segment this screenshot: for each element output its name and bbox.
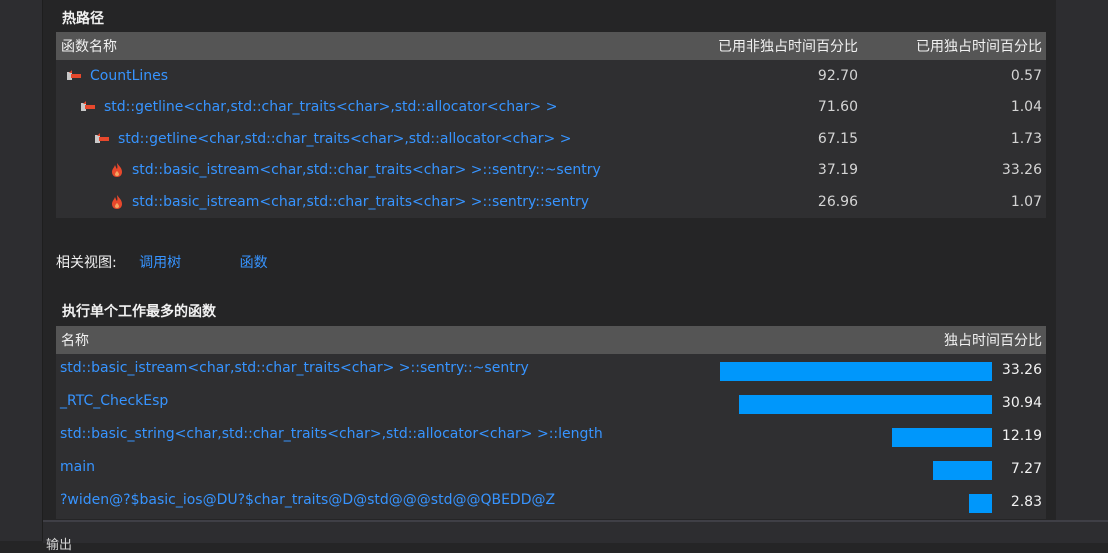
hot-path-row[interactable]: std::basic_istream<char,std::char_traits… [56, 186, 1046, 218]
hot-path-title: 热路径 [62, 11, 104, 27]
function-link[interactable]: CountLines [90, 68, 168, 84]
hot-path-row[interactable]: std::getline<char,std::char_traits<char>… [56, 92, 1046, 124]
function-link[interactable]: std::basic_istream<char,std::char_traits… [132, 162, 601, 178]
function-link[interactable]: ?widen@?$basic_ios@DU?$char_traits@D@std… [60, 492, 555, 508]
column-name[interactable]: 名称 [56, 330, 944, 350]
exclusive-percent-value: 33.26 [1001, 362, 1042, 378]
exclusive-value: 33.26 [1001, 162, 1042, 179]
output-tab[interactable]: 输出 [46, 534, 72, 553]
exclusive-percent-bar [933, 461, 992, 480]
column-exclusive-percent[interactable]: 已用独占时间百分比 [866, 36, 1046, 56]
exclusive-percent-bar [892, 428, 992, 447]
exclusive-value: 0.57 [1010, 67, 1042, 84]
functions-link[interactable]: 函数 [240, 255, 268, 271]
exclusive-value: 1.07 [1010, 193, 1042, 210]
column-inclusive-percent[interactable]: 已用非独占时间百分比 [682, 36, 866, 56]
hot-path-table: 函数名称 已用非独占时间百分比 已用独占时间百分比 CountLines 92.… [56, 32, 1046, 218]
top-functions-title: 执行单个工作最多的函数 [62, 304, 216, 320]
top-function-row[interactable]: ?widen@?$basic_ios@DU?$char_traits@D@std… [56, 486, 1046, 519]
exclusive-percent-bar [739, 395, 992, 414]
top-function-row[interactable]: main 7.27 [56, 453, 1046, 486]
inclusive-value: 67.15 [817, 130, 858, 147]
hot-path-row[interactable]: std::basic_istream<char,std::char_traits… [56, 155, 1046, 187]
output-panel-tab-bar: 输出 [43, 520, 1108, 553]
exclusive-percent-value: 7.27 [1010, 461, 1042, 477]
inclusive-value: 37.19 [817, 162, 858, 179]
hot-path-arrow-icon [66, 69, 82, 83]
top-function-row[interactable]: _RTC_CheckEsp 30.94 [56, 387, 1046, 420]
flame-icon [110, 194, 124, 210]
left-gutter [0, 0, 43, 541]
hot-path-row[interactable]: CountLines 92.70 0.57 [56, 60, 1046, 92]
inclusive-value: 92.70 [817, 67, 858, 84]
hot-path-arrow-icon [80, 100, 96, 114]
top-functions-header: 名称 独占时间百分比 [56, 326, 1046, 354]
flame-icon [110, 162, 124, 178]
top-function-row[interactable]: std::basic_istream<char,std::char_traits… [56, 354, 1046, 387]
inclusive-value: 71.60 [817, 99, 858, 116]
exclusive-percent-bar [969, 494, 992, 513]
top-function-row[interactable]: std::basic_string<char,std::char_traits<… [56, 420, 1046, 453]
call-tree-link[interactable]: 调用树 [139, 255, 181, 271]
function-link[interactable]: std::getline<char,std::char_traits<char>… [118, 131, 571, 147]
right-scroll-gutter[interactable] [1056, 0, 1108, 520]
exclusive-value: 1.73 [1010, 130, 1042, 147]
column-function-name[interactable]: 函数名称 [56, 36, 682, 56]
exclusive-percent-value: 2.83 [1010, 494, 1042, 510]
function-link[interactable]: main [60, 459, 95, 475]
inclusive-value: 26.96 [817, 193, 858, 210]
function-link[interactable]: std::basic_istream<char,std::char_traits… [132, 194, 589, 210]
column-exclusive-percent[interactable]: 独占时间百分比 [944, 330, 1046, 350]
hot-path-arrow-icon [94, 132, 110, 146]
exclusive-percent-value: 30.94 [1001, 395, 1042, 411]
exclusive-value: 1.04 [1010, 99, 1042, 116]
related-views-label: 相关视图: [56, 255, 117, 271]
exclusive-percent-bar [720, 362, 992, 381]
hot-path-header: 函数名称 已用非独占时间百分比 已用独占时间百分比 [56, 32, 1046, 60]
hot-path-row[interactable]: std::getline<char,std::char_traits<char>… [56, 123, 1046, 155]
function-link[interactable]: _RTC_CheckEsp [60, 393, 168, 409]
related-views: 相关视图: 调用树 函数 [56, 252, 268, 272]
function-link[interactable]: std::getline<char,std::char_traits<char>… [104, 99, 557, 115]
function-link[interactable]: std::basic_istream<char,std::char_traits… [60, 360, 529, 376]
function-link[interactable]: std::basic_string<char,std::char_traits<… [60, 426, 603, 442]
exclusive-percent-value: 12.19 [1001, 428, 1042, 444]
